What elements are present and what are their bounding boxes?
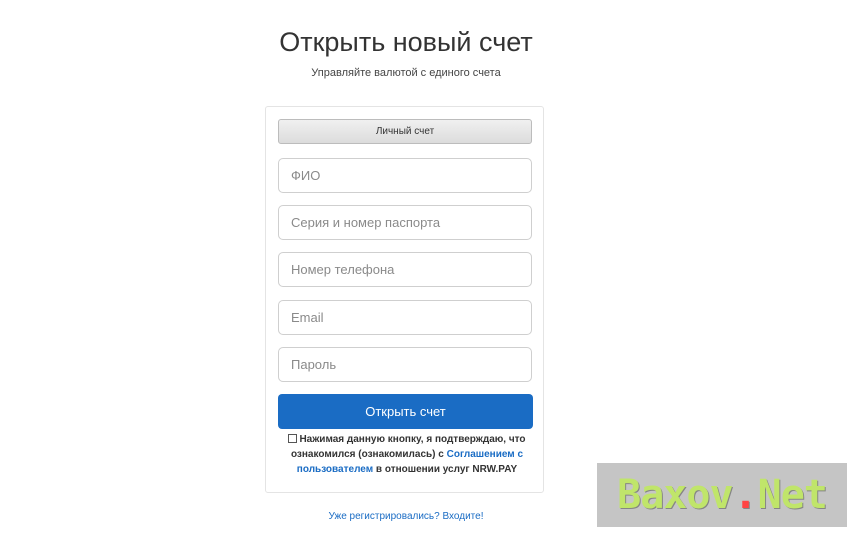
watermark-dot: . [733, 472, 758, 518]
agreement-notice: Нажимая данную кнопку, я подтверждаю, чт… [278, 432, 536, 477]
watermark-part1: Baxov [617, 472, 733, 518]
watermark-part2: Net [757, 472, 828, 518]
registration-card: Личный счет Открыть счет Нажимая данную … [265, 106, 544, 493]
email-input[interactable] [278, 300, 532, 335]
account-type-tab[interactable]: Личный счет [278, 119, 532, 144]
page-subtitle: Управляйте валютой с единого счета [311, 67, 501, 79]
open-account-button[interactable]: Открыть счет [278, 394, 533, 429]
phone-input[interactable] [278, 252, 532, 287]
passport-input[interactable] [278, 205, 532, 240]
page-title: Открыть новый счет [279, 27, 533, 57]
fio-input[interactable] [278, 158, 532, 193]
watermark: Baxov. Net [597, 463, 847, 527]
password-input[interactable] [278, 347, 532, 382]
agreement-text-after: в отношении услуг NRW.PAY [375, 464, 518, 475]
agreement-checkbox[interactable] [288, 434, 298, 443]
